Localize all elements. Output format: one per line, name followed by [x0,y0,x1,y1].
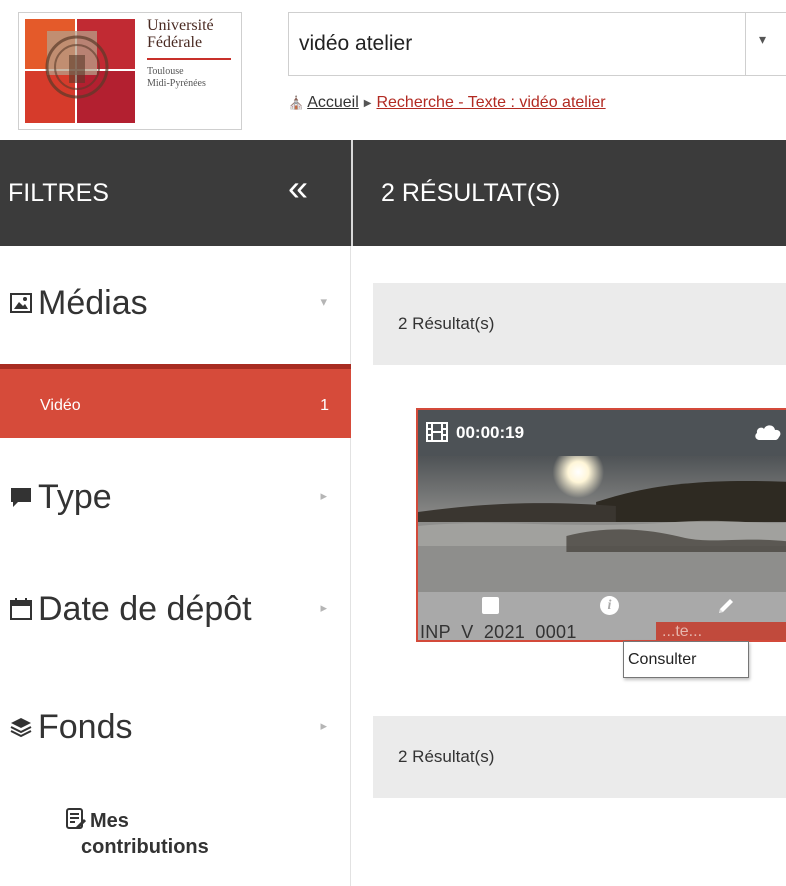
logo-line-4: Midi-Pyrénées [147,78,206,89]
filters-sidebar [0,246,351,886]
bar-divider [351,140,353,246]
comment-icon [11,488,31,507]
facet-fonds[interactable]: Fonds ▸ [0,696,351,756]
video-duration: 00:00:19 [456,423,525,442]
cloud-icon [755,425,781,440]
results-count-bar-bottom: 2 Résultat(s) [373,716,786,798]
logo-line-1: Université [147,17,214,34]
chevron-right-icon: ▸ [320,488,327,503]
university-logo[interactable]: Université Fédérale Toulouse Midi-Pyréné… [18,12,242,130]
logo-line-3: Toulouse [147,66,184,77]
card-footer: INP_V_2021_0001 ...te... [418,620,786,640]
header: Université Fédérale Toulouse Midi-Pyréné… [0,0,786,140]
facet-label: Médias [38,284,148,322]
consult-tooltip: Consulter [623,641,749,678]
breadcrumb-home-link[interactable]: Accueil [307,94,359,111]
chevron-right-icon: ▸ [320,718,327,733]
results-count-bar-top: 2 Résultat(s) [373,283,786,365]
result-card[interactable]: 00:00:19 i INP_V_2021_0001 ...te... [416,408,786,642]
chevron-right-icon: ▸ [320,600,327,615]
facet-label: Type [38,478,112,516]
breadcrumb-current-link[interactable]: Recherche - Texte : vidéo atelier [376,94,605,111]
calendar-icon [10,598,32,620]
result-id[interactable]: INP_V_2021_0001 [420,622,577,640]
results-count-label: 2 Résultat(s) [398,314,495,333]
results-count-label: 2 Résultat(s) [398,747,495,766]
layers-icon [10,718,32,738]
contributions-label-line-2: contributions [81,836,209,858]
edit-document-icon [66,808,86,830]
film-icon [426,422,448,442]
card-header: 00:00:19 [418,410,786,456]
image-icon [10,293,32,313]
pencil-icon[interactable] [716,596,736,616]
contributions-label-line-1: Mes [90,810,129,832]
card-actions: i [418,592,786,620]
facet-medias[interactable]: Médias ▾ [0,272,351,332]
collapse-sidebar-icon[interactable]: « [288,168,308,208]
chevron-down-icon: ▾ [320,294,327,309]
facet-label: Fonds [38,708,133,746]
search-input[interactable] [299,27,739,61]
facet-date-depot[interactable]: Date de dépôt ▸ [0,578,351,638]
result-tag: ...te... [656,622,786,640]
video-thumbnail[interactable] [418,456,786,592]
results-title: 2 RÉSULTAT(S) [381,179,561,207]
facet-type[interactable]: Type ▸ [0,466,351,526]
breadcrumb-separator-icon: ▶ [363,98,372,109]
facet-value-label: Vidéo [40,397,81,414]
logo-emblem [25,19,135,123]
search-dropdown-icon[interactable]: ▾ [759,31,766,48]
breadcrumb: ⛪ Accueil ▶ Recherche - Texte : vidéo ateli… [288,94,606,112]
logo-text: Université Fédérale Toulouse Midi-Pyréné… [147,17,231,90]
facet-value-count: 1 [320,397,329,414]
info-icon[interactable]: i [600,596,619,615]
select-checkbox[interactable] [482,597,499,614]
facet-label: Date de dépôt [38,590,252,628]
search-box: ▾ [288,12,786,76]
home-icon: ⛪ [288,95,305,110]
facet-value-video[interactable]: Vidéo 1 [0,364,351,438]
my-contributions-link[interactable]: Mes contributions [66,808,209,860]
logo-rule [147,58,231,60]
logo-line-2: Fédérale [147,34,203,51]
search-separator [745,13,746,75]
